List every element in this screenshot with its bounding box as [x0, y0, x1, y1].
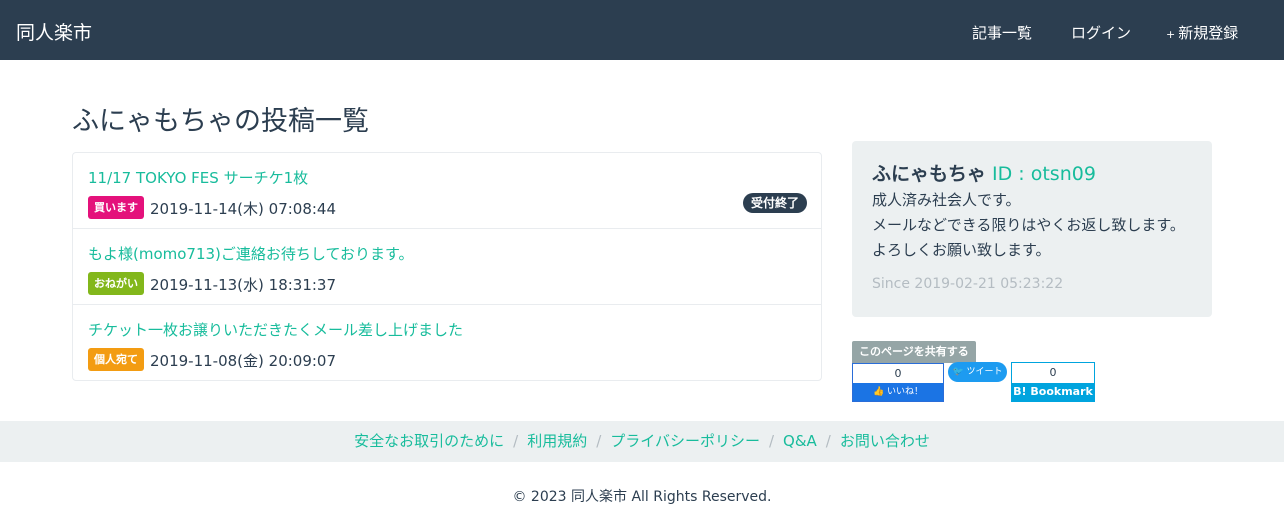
- twitter-bird-icon: 🐦: [952, 367, 964, 377]
- member-since-text: Since 2019-02-21 05:23:22: [872, 276, 1064, 292]
- hatena-bookmark-button[interactable]: B! Bookmark: [1012, 383, 1094, 401]
- profile-header: ふにゃもちゃ ID : otsn09: [872, 159, 1096, 186]
- member-since: Since 2019-02-21 05:23:22: [872, 276, 1063, 292]
- facebook-like-widget[interactable]: 0 👍 いいね！: [852, 363, 944, 402]
- post-date: 2019-11-14(木) 07:08:44: [150, 200, 337, 218]
- post-category-badge: 個人宛て: [88, 348, 144, 371]
- footer-link-contact[interactable]: お問い合わせ: [840, 432, 930, 450]
- nav-link-articles[interactable]: 記事一覧: [969, 22, 1032, 43]
- post-list-item: もよ様(momo713)ご連絡お待ちしております。 おねがい 2019-11-1…: [73, 229, 821, 305]
- footer-links: 安全なお取引のために / 利用規約 / プライバシーポリシー / Q&A / お問い合わせ: [0, 421, 1284, 462]
- post-category-badge: おねがい: [88, 272, 144, 295]
- bio-line: メールなどできる限りはやくお返し致します。: [872, 216, 1185, 234]
- nav-link-label: 記事一覧: [972, 24, 1033, 42]
- tweet-label: ツイート: [966, 367, 1003, 377]
- footer-link-privacy[interactable]: プライバシーポリシー: [610, 432, 760, 450]
- top-navbar: 同人楽市 記事一覧 ログイン + 新規登録: [0, 0, 1284, 60]
- tweet-button[interactable]: 🐦 ツイート: [948, 362, 1007, 382]
- profile-card: ふにゃもちゃ ID : otsn09 成人済み社会人です。 メールなどできる限りは…: [852, 141, 1212, 317]
- hatena-bookmark-count: 0: [1012, 363, 1094, 383]
- post-list-item: 11/17 TOKYO FES サーチケ1枚 買います 2019-11-14(木…: [73, 153, 821, 229]
- profile-name: ふにゃもちゃ: [872, 163, 987, 185]
- footer-link-safety[interactable]: 安全なお取引のために: [354, 432, 504, 450]
- nav-link-label: 新規登録: [1178, 24, 1239, 42]
- post-title-link[interactable]: もよ様(momo713)ご連絡お待ちしております。: [88, 243, 414, 264]
- nav-link-label: ログイン: [1071, 24, 1132, 42]
- share-label: このページを共有する: [852, 341, 976, 363]
- post-list-item: チケット一枚お譲りいただきたくメール差し上げました 個人宛て 2019-11-0…: [73, 305, 821, 381]
- nav-link-register[interactable]: + 新規登録: [1166, 22, 1238, 43]
- post-list: 11/17 TOKYO FES サーチケ1枚 買います 2019-11-14(木…: [72, 152, 822, 381]
- footer-separator: /: [825, 432, 831, 450]
- hatena-bookmark-widget[interactable]: 0 B! Bookmark: [1011, 362, 1095, 402]
- profile-user-id: ID : otsn09: [992, 163, 1096, 185]
- footer-separator: /: [513, 432, 519, 450]
- nav-link-login[interactable]: ログイン: [1068, 22, 1131, 43]
- footer-link-terms[interactable]: 利用規約: [527, 432, 587, 450]
- brand-logo-link[interactable]: 同人楽市: [16, 18, 92, 45]
- post-title-link[interactable]: 11/17 TOKYO FES サーチケ1枚: [88, 167, 308, 188]
- post-title-link[interactable]: チケット一枚お譲りいただきたくメール差し上げました: [88, 319, 463, 340]
- plus-icon: +: [1166, 28, 1176, 41]
- facebook-like-count: 0: [853, 364, 943, 383]
- facebook-like-label: いいね！: [887, 387, 924, 397]
- footer-separator: /: [596, 432, 602, 450]
- status-badge: 受付終了: [742, 193, 807, 213]
- post-date: 2019-11-08(金) 20:09:07: [150, 352, 337, 370]
- bio-line: よろしくお願い致します。: [872, 241, 1051, 259]
- bio-line: 成人済み社会人です。: [872, 191, 1021, 209]
- page-title: ふにゃもちゃの投稿一覧: [72, 106, 369, 137]
- thumbs-up-icon: 👍: [872, 387, 885, 397]
- profile-bio: 成人済み社会人です。 メールなどできる限りはやくお返し致します。 よろしくお願い…: [872, 188, 1185, 263]
- post-category-badge: 買います: [88, 196, 144, 219]
- facebook-like-button[interactable]: 👍 いいね！: [853, 383, 943, 401]
- post-date: 2019-11-13(水) 18:31:37: [150, 276, 337, 294]
- footer-separator: /: [768, 432, 775, 450]
- footer-link-qa[interactable]: Q&A: [783, 432, 817, 450]
- copyright: © 2023 同人楽市 All Rights Reserved.: [512, 489, 772, 505]
